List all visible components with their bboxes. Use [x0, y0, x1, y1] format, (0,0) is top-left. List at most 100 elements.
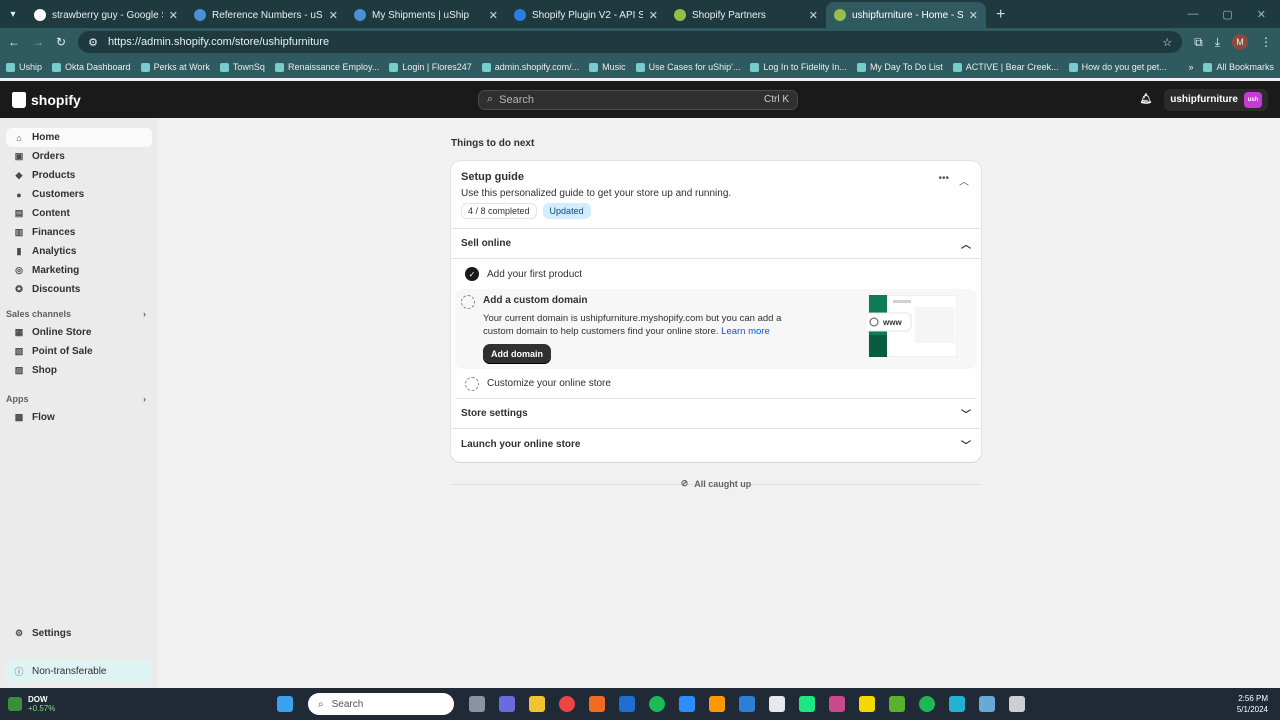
task-customize-store[interactable]: Customize your online store: [455, 369, 977, 399]
app-icon[interactable]: [949, 696, 965, 712]
downloads-icon[interactable]: ⤓: [1215, 35, 1220, 50]
close-tab-icon[interactable]: ✕: [169, 9, 178, 22]
m-app-icon[interactable]: [769, 696, 785, 712]
maximize-icon[interactable]: ▢: [1222, 8, 1232, 21]
tab-search-button[interactable]: ▾: [0, 0, 26, 28]
forward-icon[interactable]: →: [32, 35, 44, 49]
sidebar-item-online-store[interactable]: ▦ Online Store: [6, 323, 152, 342]
menu-icon[interactable]: ⋮: [1260, 35, 1272, 49]
more-icon[interactable]: •••: [938, 173, 949, 188]
plan-badge[interactable]: ⓘ Non-transferable: [6, 660, 152, 682]
incomplete-circle-icon[interactable]: [461, 295, 475, 309]
new-tab-button[interactable]: +: [986, 2, 1015, 28]
app-icon[interactable]: [889, 696, 905, 712]
close-tab-icon[interactable]: ✕: [809, 9, 818, 22]
bookmark[interactable]: Renaissance Employ...: [274, 62, 379, 72]
app-icon[interactable]: [589, 696, 605, 712]
sidebar-item-orders[interactable]: ▣ Orders: [6, 147, 152, 166]
extensions-icon[interactable]: ⧉: [1194, 35, 1203, 50]
reload-icon[interactable]: ↻: [56, 35, 66, 49]
apps-header[interactable]: Apps ›: [6, 390, 152, 408]
more-bookmarks-icon[interactable]: »: [1188, 62, 1193, 72]
sidebar-item-home[interactable]: ⌂ Home: [6, 128, 152, 147]
search-icon: ⌕: [487, 93, 494, 105]
task-view-icon[interactable]: [469, 696, 485, 712]
back-icon[interactable]: ←: [8, 35, 20, 49]
bookmark[interactable]: Use Cases for uShip'...: [635, 62, 740, 72]
sidebar-item-shop[interactable]: ▨ Shop: [6, 361, 152, 380]
chevron-right-icon: ›: [143, 309, 146, 319]
bookmark[interactable]: Login | Flores247: [389, 62, 472, 72]
file-explorer-icon[interactable]: [529, 696, 545, 712]
sidebar-item-discounts[interactable]: ✪ Discounts: [6, 280, 152, 299]
browser-tab-active[interactable]: ushipfurniture - Home - Shopify✕: [826, 2, 986, 28]
store-switcher[interactable]: ushipfurniture ush: [1164, 88, 1268, 111]
spotify-icon[interactable]: [919, 696, 935, 712]
section-store-settings[interactable]: Store settings ﹀: [451, 399, 981, 429]
search-input[interactable]: ⌕ Search Ctrl K: [478, 89, 798, 110]
outlook-icon[interactable]: [619, 696, 635, 712]
sidebar-item-finances[interactable]: ▥ Finances: [6, 223, 152, 242]
bookmark[interactable]: admin.shopify.com/...: [481, 62, 579, 72]
bookmark[interactable]: My Day To Do List: [856, 62, 943, 72]
add-domain-button[interactable]: Add domain: [483, 344, 551, 364]
all-bookmarks[interactable]: All Bookmarks: [1203, 62, 1274, 72]
profile-avatar[interactable]: M: [1232, 34, 1248, 50]
slack-icon[interactable]: [829, 696, 845, 712]
sidebar-item-analytics[interactable]: ▮ Analytics: [6, 242, 152, 261]
close-window-icon[interactable]: ✕: [1257, 8, 1266, 21]
bookmark[interactable]: How do you get pet...: [1068, 62, 1167, 72]
bookmark-star-icon[interactable]: ☆: [1162, 36, 1172, 49]
learn-more-link[interactable]: Learn more: [721, 326, 770, 337]
bookmark[interactable]: Perks at Work: [140, 62, 210, 72]
bookmark[interactable]: Uship: [6, 62, 42, 72]
minimize-icon[interactable]: —: [1187, 8, 1198, 20]
taskbar-search[interactable]: ⌕ Search: [308, 693, 454, 715]
browser-tab[interactable]: Reference Numbers - uShip✕: [186, 2, 346, 28]
sublime-icon[interactable]: [709, 696, 725, 712]
close-tab-icon[interactable]: ✕: [489, 9, 498, 22]
section-sell-online[interactable]: Sell online ︿: [451, 229, 981, 259]
sidebar-item-point-of-sale[interactable]: ▧ Point of Sale: [6, 342, 152, 361]
bookmark[interactable]: Okta Dashboard: [52, 62, 131, 72]
hulu-icon[interactable]: [799, 696, 815, 712]
sidebar-item-settings[interactable]: ⚙ Settings: [6, 624, 152, 643]
url-field[interactable]: ⚙ https://admin.shopify.com/store/ushipfu…: [78, 31, 1183, 53]
chart-icon: ▮: [16, 246, 22, 256]
sidebar-item-products[interactable]: ◆ Products: [6, 166, 152, 185]
sales-channels-header[interactable]: Sales channels ›: [6, 305, 152, 323]
chat-icon[interactable]: [499, 696, 515, 712]
browser-tab[interactable]: Shopify Plugin V2 - API Support✕: [506, 2, 666, 28]
clock[interactable]: 2:56 PM 5/1/2024: [1225, 693, 1280, 715]
chrome-icon[interactable]: [559, 696, 575, 712]
snipping-tool-icon[interactable]: [1009, 696, 1025, 712]
bookmark[interactable]: TownSq: [219, 62, 265, 72]
stock-widget[interactable]: DOW +0.57%: [0, 695, 270, 713]
browser-tab[interactable]: My Shipments | uShip ✕: [346, 2, 506, 28]
windows-start-icon[interactable]: [277, 696, 293, 712]
chevron-up-icon[interactable]: ︿: [959, 173, 969, 188]
sidebar-item-flow[interactable]: ▩ Flow: [6, 408, 152, 427]
shopify-logo[interactable]: shopify: [12, 91, 478, 108]
close-tab-icon[interactable]: ✕: [329, 9, 338, 22]
browser-tab[interactable]: Shopify Partners ✕: [666, 2, 826, 28]
bell-icon[interactable]: 🔔︎: [1140, 94, 1153, 105]
app-icon[interactable]: [979, 696, 995, 712]
bookmark[interactable]: ACTIVE | Bear Creek...: [952, 62, 1059, 72]
sidebar-item-customers[interactable]: ● Customers: [6, 185, 152, 204]
sidebar-item-content[interactable]: ▤ Content: [6, 204, 152, 223]
close-tab-icon[interactable]: ✕: [969, 9, 978, 22]
bookmark[interactable]: Log In to Fidelity In...: [750, 62, 847, 72]
zoom-icon[interactable]: [679, 696, 695, 712]
close-tab-icon[interactable]: ✕: [649, 9, 658, 22]
site-info-icon[interactable]: ⚙: [88, 36, 98, 49]
notes-icon[interactable]: [859, 696, 875, 712]
bookmark[interactable]: Music: [589, 62, 626, 72]
sidebar-item-marketing[interactable]: ◎ Marketing: [6, 261, 152, 280]
google-icon: [34, 9, 46, 21]
vscode-icon[interactable]: [739, 696, 755, 712]
spotify-icon[interactable]: [649, 696, 665, 712]
browser-tab[interactable]: strawberry guy - Google Search✕: [26, 2, 186, 28]
section-launch-store[interactable]: Launch your online store ﹀: [451, 429, 981, 459]
task-add-first-product[interactable]: ✓ Add your first product: [455, 259, 977, 289]
